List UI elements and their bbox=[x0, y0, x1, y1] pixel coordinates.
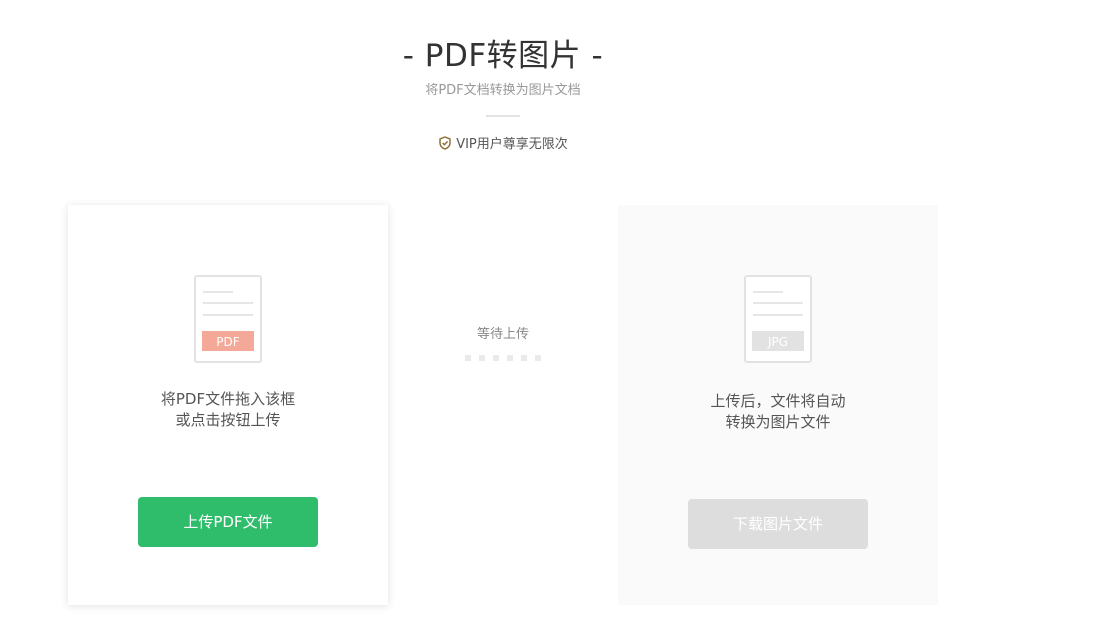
pdf-document-icon: PDF bbox=[194, 275, 262, 363]
jpg-document-icon: JPG bbox=[744, 275, 812, 363]
pdf-to-image-page: - PDF转图片 - 将PDF文档转换为图片文档 VIP用户尊享无限次 PDF … bbox=[0, 0, 1110, 635]
progress-dot bbox=[507, 355, 513, 361]
page-title: - PDF转图片 - bbox=[402, 38, 604, 74]
progress-dot bbox=[465, 355, 471, 361]
download-panel: JPG 上传后，文件将自动 转换为图片文件 下载图片文件 bbox=[618, 205, 938, 605]
vip-notice: VIP用户尊享无限次 bbox=[0, 136, 1006, 154]
waiting-label: 等待上传 bbox=[476, 327, 529, 342]
download-instruction-line1: 上传后，文件将自动 bbox=[710, 392, 846, 410]
upload-instruction-line1: 将PDF文件拖入该框 bbox=[160, 390, 296, 408]
jpg-badge-text: JPG bbox=[767, 335, 788, 349]
upload-status: 等待上传 bbox=[440, 326, 566, 361]
page-subtitle: 将PDF文档转换为图片文档 bbox=[425, 83, 581, 98]
progress-dot bbox=[535, 355, 541, 361]
vip-shield-icon bbox=[439, 136, 451, 150]
progress-dot bbox=[479, 355, 485, 361]
pdf-badge-text: PDF bbox=[216, 335, 239, 349]
vip-label: VIP用户尊享无限次 bbox=[456, 137, 568, 152]
upload-instruction-line2: 或点击按钮上传 bbox=[175, 411, 281, 429]
progress-dots bbox=[440, 355, 566, 361]
download-images-button[interactable]: 下载图片文件 bbox=[688, 499, 868, 549]
upload-dropzone[interactable]: PDF 将PDF文件拖入该框 或点击按钮上传 上传PDF文件 bbox=[68, 205, 388, 605]
progress-dot bbox=[493, 355, 499, 361]
upload-pdf-button[interactable]: 上传PDF文件 bbox=[138, 497, 318, 547]
upload-instructions: 将PDF文件拖入该框 或点击按钮上传 bbox=[68, 389, 388, 431]
download-instructions: 上传后，文件将自动 转换为图片文件 bbox=[618, 391, 938, 433]
progress-dot bbox=[521, 355, 527, 361]
title-divider bbox=[486, 115, 520, 117]
download-instruction-line2: 转换为图片文件 bbox=[725, 413, 831, 431]
